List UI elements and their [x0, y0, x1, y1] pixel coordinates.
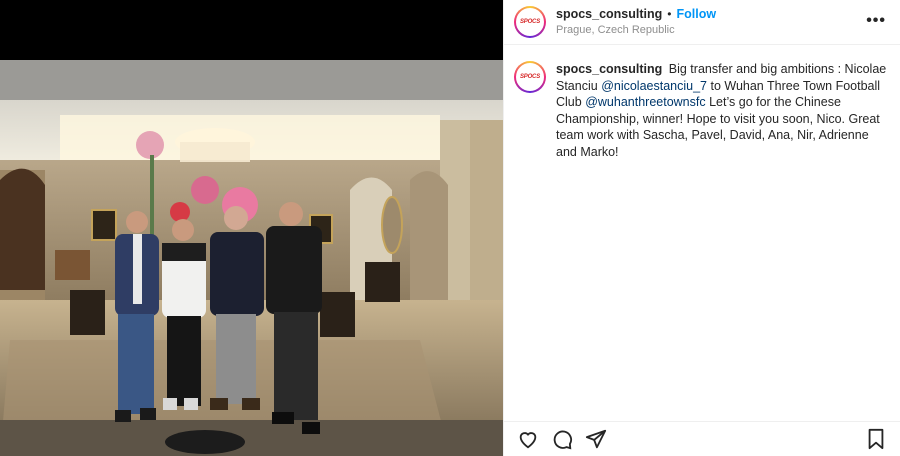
avatar[interactable]: SPOCS [514, 6, 546, 38]
more-icon[interactable]: ••• [866, 12, 886, 30]
mention-link[interactable]: @wuhanthreetownsfc [585, 95, 705, 109]
avatar-logo: SPOCS [519, 19, 540, 25]
caption-avatar-image: SPOCS [516, 63, 544, 91]
post-panel: SPOCS spocs_consulting • Follow Prague, … [503, 0, 900, 456]
header-text: spocs_consulting • Follow Prague, Czech … [556, 7, 716, 38]
post-header: SPOCS spocs_consulting • Follow Prague, … [504, 0, 900, 45]
caption-text: spocs_consulting Big transfer and big am… [556, 61, 888, 160]
header-top-row: spocs_consulting • Follow [556, 7, 716, 22]
caption-avatar-logo: SPOCS [519, 74, 540, 80]
post-caption: SPOCS spocs_consulting Big transfer and … [504, 45, 900, 160]
location-link[interactable]: Prague, Czech Republic [556, 23, 716, 38]
bookmark-icon[interactable] [864, 427, 888, 451]
post-photo [0, 60, 503, 456]
heart-icon[interactable] [516, 427, 540, 451]
follow-button[interactable]: Follow [676, 7, 716, 22]
username-link[interactable]: spocs_consulting [556, 7, 662, 22]
post-media[interactable] [0, 0, 503, 456]
caption-username[interactable]: spocs_consulting [556, 62, 662, 76]
mention-link[interactable]: @nicolaestanciu_7 [601, 79, 707, 93]
share-icon[interactable] [584, 427, 608, 451]
action-bar [504, 421, 900, 456]
avatar-image: SPOCS [516, 8, 544, 36]
comment-icon[interactable] [550, 427, 574, 451]
caption-avatar[interactable]: SPOCS [514, 61, 546, 93]
separator-dot: • [667, 6, 672, 21]
